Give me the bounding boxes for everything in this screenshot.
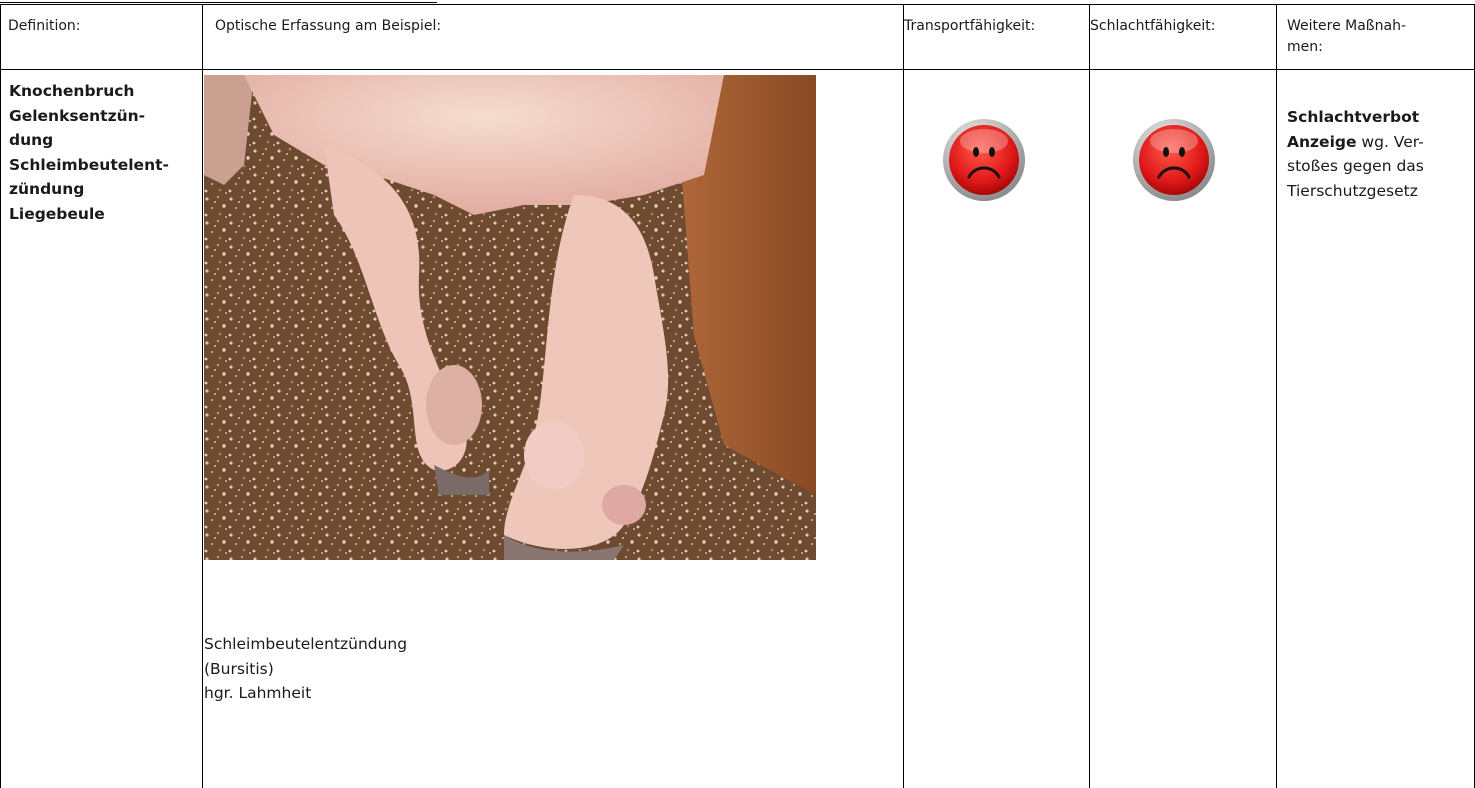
measures-line2-rest: wg. Ver- — [1356, 132, 1424, 151]
caption-line: hgr. Lahmheit — [204, 684, 312, 702]
definition-line: zündung — [9, 180, 85, 198]
measures-line4: Tierschutzgesetz — [1287, 181, 1418, 200]
column-divider — [0, 4, 1, 788]
header-further-line2: men: — [1287, 39, 1323, 55]
column-divider — [202, 4, 203, 788]
measures-line3: stoßes gegen das — [1287, 157, 1424, 175]
definition-line: Knochenbruch — [9, 82, 135, 100]
example-photo — [204, 75, 816, 560]
measures-slaughter-ban: Schlachtverbot — [1287, 108, 1420, 126]
header-bottom-border — [0, 69, 1475, 70]
photo-caption: Schleimbeutelentzündung (Bursitis) hgr. … — [204, 632, 407, 706]
column-divider — [1276, 4, 1277, 788]
further-measures-cell: Schlachtverbot Anzeige wg. Ver- stoßes g… — [1287, 105, 1467, 203]
caption-line: Schleimbeutelentzündung — [204, 635, 408, 653]
column-divider — [1089, 4, 1090, 788]
header-definition: Definition: — [8, 18, 81, 34]
definition-line: Liegebeule — [9, 204, 105, 223]
definition-line: Schleimbeutelent- — [9, 155, 169, 174]
sad-face-icon — [1131, 117, 1217, 203]
measures-report: Anzeige — [1287, 132, 1357, 151]
top-rule — [0, 2, 437, 3]
definition-line: dung — [9, 131, 54, 149]
sad-face-icon — [941, 117, 1027, 203]
header-transport: Transportfähigkeit: — [904, 18, 1036, 34]
header-further-line1: Weitere Maßnah- — [1287, 18, 1406, 34]
header-optical: Optische Erfassung am Beispiel: — [215, 18, 442, 34]
header-further-measures: Weitere Maßnah- men: — [1287, 16, 1406, 58]
definition-line: Gelenksentzün- — [9, 106, 146, 125]
definition-cell: Knochenbruch Gelenksentzün- dung Schleim… — [9, 79, 194, 226]
column-divider — [903, 4, 904, 788]
table-top-border — [0, 4, 1475, 5]
caption-line: (Bursitis) — [204, 659, 274, 678]
header-slaughter: Schlachtfähigkeit: — [1090, 18, 1216, 34]
